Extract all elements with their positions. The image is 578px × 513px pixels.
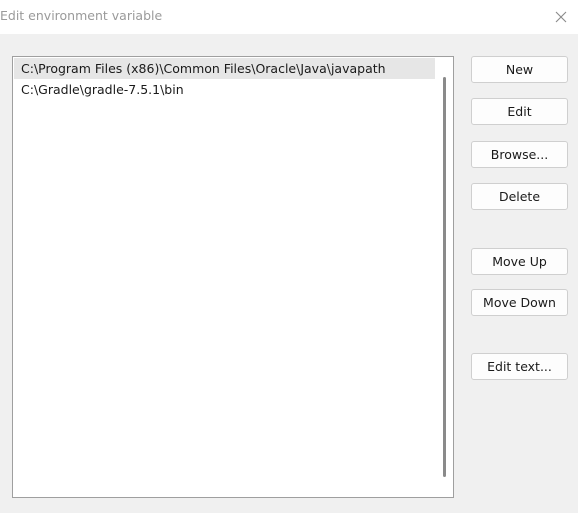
- title-bar: Edit environment variable: [0, 0, 578, 34]
- edit-environment-variable-dialog: Edit environment variable C:\Program Fil…: [0, 0, 578, 513]
- move-up-button[interactable]: Move Up: [471, 248, 568, 275]
- scrollbar-thumb[interactable]: [443, 77, 446, 477]
- delete-button[interactable]: Delete: [471, 183, 568, 210]
- list-item[interactable]: C:\Program Files (x86)\Common Files\Orac…: [14, 58, 435, 79]
- close-button[interactable]: [544, 0, 578, 34]
- close-icon: [555, 11, 567, 23]
- window-title: Edit environment variable: [0, 8, 163, 23]
- list-item[interactable]: C:\Gradle\gradle-7.5.1\bin: [14, 79, 435, 100]
- path-list[interactable]: C:\Program Files (x86)\Common Files\Orac…: [12, 56, 454, 498]
- browse-button[interactable]: Browse...: [471, 141, 568, 168]
- edit-text-button[interactable]: Edit text...: [471, 353, 568, 380]
- new-button[interactable]: New: [471, 56, 568, 83]
- edit-button[interactable]: Edit: [471, 98, 568, 125]
- move-down-button[interactable]: Move Down: [471, 289, 568, 316]
- vertical-scrollbar[interactable]: [436, 57, 453, 497]
